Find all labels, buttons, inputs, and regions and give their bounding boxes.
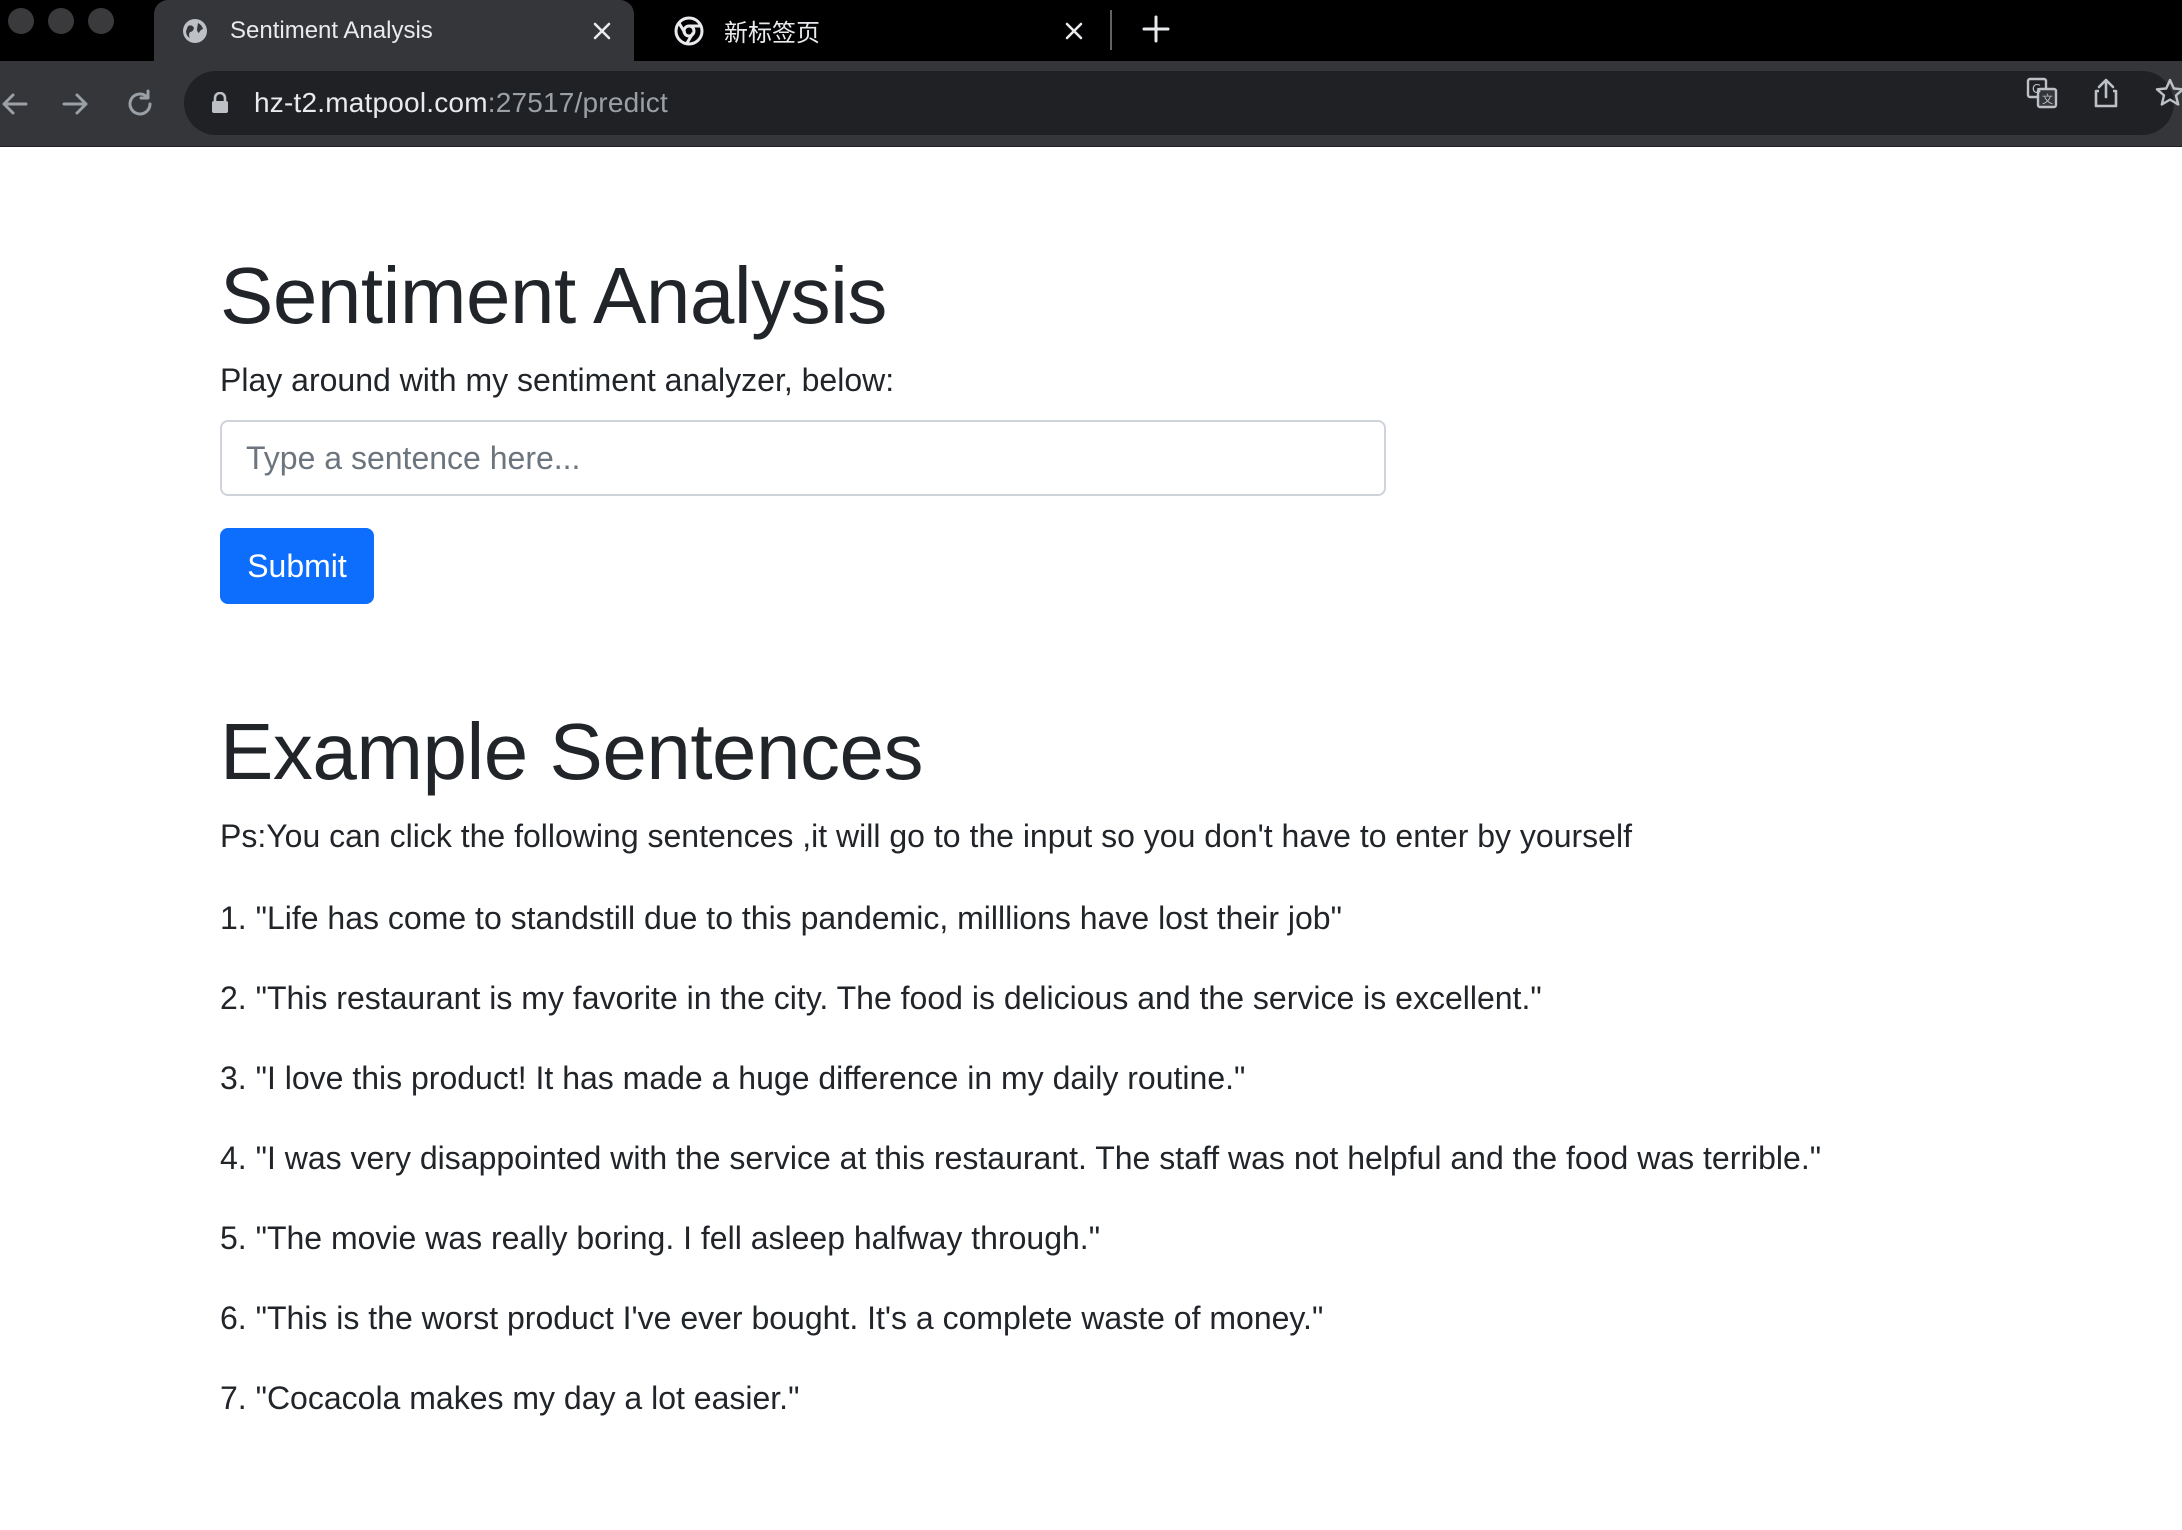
lock-icon[interactable] <box>208 91 232 115</box>
window-minimize-dot[interactable] <box>48 8 74 34</box>
url-host: hz-t2.matpool.com <box>254 87 488 118</box>
address-bar[interactable]: hz-t2.matpool.com:27517/predict <box>184 71 2174 135</box>
page-title: Sentiment Analysis <box>220 251 887 340</box>
example-sentence-7[interactable]: 7. "Cocacola makes my day a lot easier." <box>220 1378 1821 1458</box>
new-tab-button[interactable] <box>1136 9 1176 49</box>
submit-button[interactable]: Submit <box>220 528 374 604</box>
example-sentence-4[interactable]: 4. "I was very disappointed with the ser… <box>220 1138 1821 1218</box>
forward-button[interactable] <box>54 82 98 126</box>
svg-text:G: G <box>2032 82 2041 96</box>
svg-text:文: 文 <box>2042 92 2053 106</box>
close-icon[interactable] <box>1056 13 1092 49</box>
translate-icon[interactable]: G文 <box>2020 71 2064 115</box>
reload-icon <box>128 89 152 116</box>
example-sentence-1[interactable]: 1. "Life has come to standstill due to t… <box>220 898 1821 978</box>
example-sentence-list: 1. "Life has come to standstill due to t… <box>220 898 1821 1458</box>
tab-title: Sentiment Analysis <box>230 16 433 44</box>
arrow-left-icon <box>2 93 28 115</box>
tab-sentiment-analysis[interactable]: Sentiment Analysis <box>154 0 634 61</box>
reload-button[interactable] <box>118 82 162 126</box>
window-zoom-dot[interactable] <box>88 8 114 34</box>
window-close-dot[interactable] <box>8 8 34 34</box>
example-sentence-6[interactable]: 6. "This is the worst product I've ever … <box>220 1298 1821 1378</box>
examples-heading: Example Sentences <box>220 707 924 796</box>
plus-icon <box>1142 15 1170 43</box>
sentence-input[interactable] <box>220 420 1386 496</box>
url-path: :27517/predict <box>487 87 668 118</box>
bookmark-star-icon[interactable] <box>2148 71 2182 115</box>
tab-new-tab[interactable]: 新标签页 <box>648 0 1106 61</box>
chrome-icon <box>674 16 704 46</box>
back-button[interactable] <box>0 82 36 126</box>
share-icon[interactable] <box>2084 71 2128 115</box>
tab-divider <box>1110 10 1112 50</box>
example-sentence-5[interactable]: 5. "The movie was really boring. I fell … <box>220 1218 1821 1298</box>
examples-hint: Ps:You can click the following sentences… <box>220 818 1632 854</box>
arrow-right-icon <box>62 93 88 115</box>
close-icon[interactable] <box>584 13 620 49</box>
example-sentence-2[interactable]: 2. "This restaurant is my favorite in th… <box>220 978 1821 1058</box>
tab-title: 新标签页 <box>724 20 820 47</box>
url-text: hz-t2.matpool.com:27517/predict <box>254 87 668 119</box>
web-page: Sentiment Analysis Play around with my s… <box>0 148 2182 1530</box>
intro-text: Play around with my sentiment analyzer, … <box>220 362 895 398</box>
browser-tab-strip: Sentiment Analysis 新标签页 <box>0 0 2182 61</box>
browser-toolbar: hz-t2.matpool.com:27517/predict G文 <box>0 61 2182 147</box>
example-sentence-3[interactable]: 3. "I love this product! It has made a h… <box>220 1058 1821 1138</box>
globe-icon <box>180 16 210 46</box>
